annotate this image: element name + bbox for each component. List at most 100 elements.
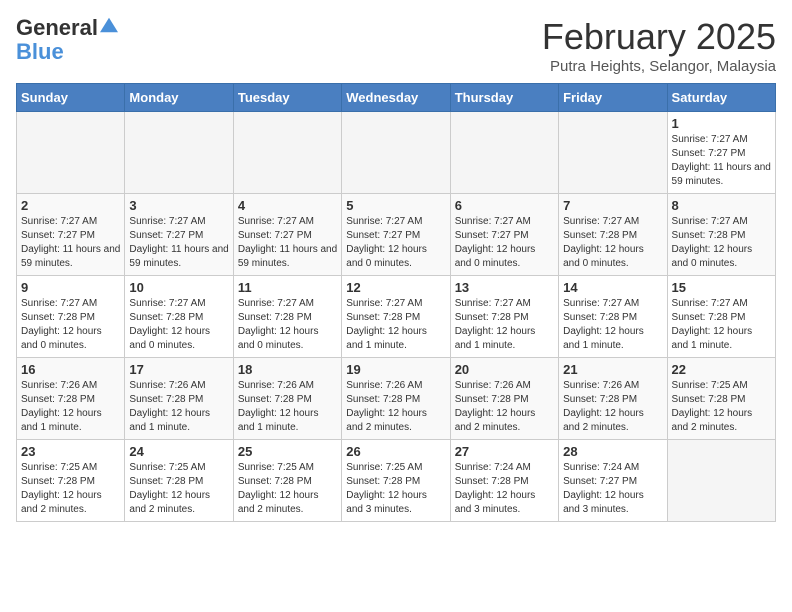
day-info: Sunrise: 7:26 AM Sunset: 7:28 PM Dayligh… [238, 379, 337, 435]
day-number: 25 [238, 444, 337, 459]
day-number: 23 [21, 444, 120, 459]
day-number: 27 [455, 444, 554, 459]
day-number: 6 [455, 198, 554, 213]
logo-text-line1: General [16, 16, 98, 40]
day-number: 24 [129, 444, 228, 459]
day-info: Sunrise: 7:25 AM Sunset: 7:28 PM Dayligh… [238, 461, 337, 517]
title-area: February 2025 Putra Heights, Selangor, M… [542, 16, 776, 75]
day-info: Sunrise: 7:27 AM Sunset: 7:28 PM Dayligh… [346, 297, 445, 353]
day-info: Sunrise: 7:25 AM Sunset: 7:28 PM Dayligh… [129, 461, 228, 517]
calendar-cell [450, 112, 558, 194]
calendar-header-row: SundayMondayTuesdayWednesdayThursdayFrid… [17, 84, 776, 112]
day-info: Sunrise: 7:27 AM Sunset: 7:27 PM Dayligh… [346, 215, 445, 271]
day-number: 11 [238, 280, 337, 295]
day-number: 28 [563, 444, 662, 459]
day-number: 10 [129, 280, 228, 295]
calendar-cell: 4Sunrise: 7:27 AM Sunset: 7:27 PM Daylig… [233, 194, 341, 276]
day-number: 18 [238, 362, 337, 377]
calendar-header-saturday: Saturday [667, 84, 775, 112]
calendar-cell: 24 Sunrise: 7:25 AM Sunset: 7:28 PM Dayli… [125, 440, 233, 522]
day-info: Sunrise: 7:26 AM Sunset: 7:28 PM Dayligh… [21, 379, 120, 435]
day-info: Sunrise: 7:26 AM Sunset: 7:28 PM Dayligh… [346, 379, 445, 435]
day-number: 16 [21, 362, 120, 377]
calendar-header-thursday: Thursday [450, 84, 558, 112]
calendar-cell: 7 Sunrise: 7:27 AM Sunset: 7:28 PM Daylig… [559, 194, 667, 276]
day-info: Sunrise: 7:27 AM Sunset: 7:27 PM Dayligh… [238, 215, 337, 271]
day-number: 8 [672, 198, 771, 213]
calendar-week-1: 1 Sunrise: 7:27 AM Sunset: 7:27 PM Daylig… [17, 112, 776, 194]
day-info: Sunrise: 7:27 AM Sunset: 7:28 PM Dayligh… [563, 297, 662, 353]
day-number: 12 [346, 280, 445, 295]
day-number: 26 [346, 444, 445, 459]
day-number: 15 [672, 280, 771, 295]
day-info: Sunrise: 7:27 AM Sunset: 7:28 PM Dayligh… [563, 215, 662, 271]
calendar-cell: 22Sunrise: 7:25 AM Sunset: 7:28 PM Dayli… [667, 358, 775, 440]
calendar-cell: 14Sunrise: 7:27 AM Sunset: 7:28 PM Dayli… [559, 276, 667, 358]
day-info: Sunrise: 7:25 AM Sunset: 7:28 PM Dayligh… [346, 461, 445, 517]
day-info: Sunrise: 7:27 AM Sunset: 7:27 PM Dayligh… [21, 215, 120, 271]
calendar-week-4: 16 Sunrise: 7:26 AM Sunset: 7:28 PM Dayli… [17, 358, 776, 440]
day-number: 9 [21, 280, 120, 295]
calendar-header-tuesday: Tuesday [233, 84, 341, 112]
day-info: Sunrise: 7:25 AM Sunset: 7:28 PM Dayligh… [21, 461, 120, 517]
calendar-cell: 12 Sunrise: 7:27 AM Sunset: 7:28 PM Dayli… [342, 276, 450, 358]
calendar-cell: 8 Sunrise: 7:27 AM Sunset: 7:28 PM Daylig… [667, 194, 775, 276]
calendar-cell: 9 Sunrise: 7:27 AM Sunset: 7:28 PM Daylig… [17, 276, 125, 358]
logo: General Blue [16, 16, 118, 64]
day-number: 22 [672, 362, 771, 377]
day-info: Sunrise: 7:27 AM Sunset: 7:27 PM Dayligh… [455, 215, 554, 271]
day-info: Sunrise: 7:24 AM Sunset: 7:28 PM Dayligh… [455, 461, 554, 517]
day-info: Sunrise: 7:26 AM Sunset: 7:28 PM Dayligh… [563, 379, 662, 435]
day-info: Sunrise: 7:27 AM Sunset: 7:28 PM Dayligh… [455, 297, 554, 353]
calendar-cell: 2 Sunrise: 7:27 AM Sunset: 7:27 PM Daylig… [17, 194, 125, 276]
calendar-cell: 17Sunrise: 7:26 AM Sunset: 7:28 PM Dayli… [125, 358, 233, 440]
logo-text-line2: Blue [16, 39, 64, 64]
calendar-cell: 21 Sunrise: 7:26 AM Sunset: 7:28 PM Dayli… [559, 358, 667, 440]
calendar-header-friday: Friday [559, 84, 667, 112]
day-info: Sunrise: 7:27 AM Sunset: 7:28 PM Dayligh… [238, 297, 337, 353]
calendar-cell: 15 Sunrise: 7:27 AM Sunset: 7:28 PM Dayli… [667, 276, 775, 358]
calendar-cell: 6 Sunrise: 7:27 AM Sunset: 7:27 PM Daylig… [450, 194, 558, 276]
header: General Blue February 2025 Putra Heights… [16, 16, 776, 75]
calendar-cell: 16 Sunrise: 7:26 AM Sunset: 7:28 PM Dayli… [17, 358, 125, 440]
calendar-header-sunday: Sunday [17, 84, 125, 112]
calendar-cell [125, 112, 233, 194]
day-info: Sunrise: 7:27 AM Sunset: 7:27 PM Dayligh… [129, 215, 228, 271]
calendar-cell: 20 Sunrise: 7:26 AM Sunset: 7:28 PM Dayli… [450, 358, 558, 440]
day-number: 2 [21, 198, 120, 213]
day-number: 13 [455, 280, 554, 295]
day-number: 5 [346, 198, 445, 213]
calendar-subtitle: Putra Heights, Selangor, Malaysia [542, 58, 776, 75]
day-number: 3 [129, 198, 228, 213]
calendar-cell [667, 440, 775, 522]
day-info: Sunrise: 7:27 AM Sunset: 7:28 PM Dayligh… [21, 297, 120, 353]
calendar-cell: 28 Sunrise: 7:24 AM Sunset: 7:27 PM Dayli… [559, 440, 667, 522]
calendar-header-monday: Monday [125, 84, 233, 112]
calendar-cell [559, 112, 667, 194]
calendar-cell: 5 Sunrise: 7:27 AM Sunset: 7:27 PM Daylig… [342, 194, 450, 276]
calendar-week-5: 23 Sunrise: 7:25 AM Sunset: 7:28 PM Dayli… [17, 440, 776, 522]
day-number: 7 [563, 198, 662, 213]
calendar-table: SundayMondayTuesdayWednesdayThursdayFrid… [16, 83, 776, 522]
calendar-week-3: 9 Sunrise: 7:27 AM Sunset: 7:28 PM Daylig… [17, 276, 776, 358]
day-number: 17 [129, 362, 228, 377]
day-number: 20 [455, 362, 554, 377]
calendar-cell [17, 112, 125, 194]
day-info: Sunrise: 7:26 AM Sunset: 7:28 PM Dayligh… [455, 379, 554, 435]
calendar-cell: 19 Sunrise: 7:26 AM Sunset: 7:28 PM Dayli… [342, 358, 450, 440]
calendar-title: February 2025 [542, 16, 776, 58]
day-info: Sunrise: 7:24 AM Sunset: 7:27 PM Dayligh… [563, 461, 662, 517]
calendar-week-2: 2 Sunrise: 7:27 AM Sunset: 7:27 PM Daylig… [17, 194, 776, 276]
calendar-cell: 1 Sunrise: 7:27 AM Sunset: 7:27 PM Daylig… [667, 112, 775, 194]
day-number: 21 [563, 362, 662, 377]
calendar-cell: 11 Sunrise: 7:27 AM Sunset: 7:28 PM Dayli… [233, 276, 341, 358]
calendar-cell: 25 Sunrise: 7:25 AM Sunset: 7:28 PM Dayli… [233, 440, 341, 522]
day-number: 1 [672, 116, 771, 131]
calendar-cell: 10Sunrise: 7:27 AM Sunset: 7:28 PM Dayli… [125, 276, 233, 358]
calendar-cell [233, 112, 341, 194]
logo-icon [100, 16, 118, 34]
day-info: Sunrise: 7:27 AM Sunset: 7:28 PM Dayligh… [672, 297, 771, 353]
day-info: Sunrise: 7:27 AM Sunset: 7:27 PM Dayligh… [672, 133, 771, 189]
day-number: 19 [346, 362, 445, 377]
day-info: Sunrise: 7:27 AM Sunset: 7:28 PM Dayligh… [672, 215, 771, 271]
